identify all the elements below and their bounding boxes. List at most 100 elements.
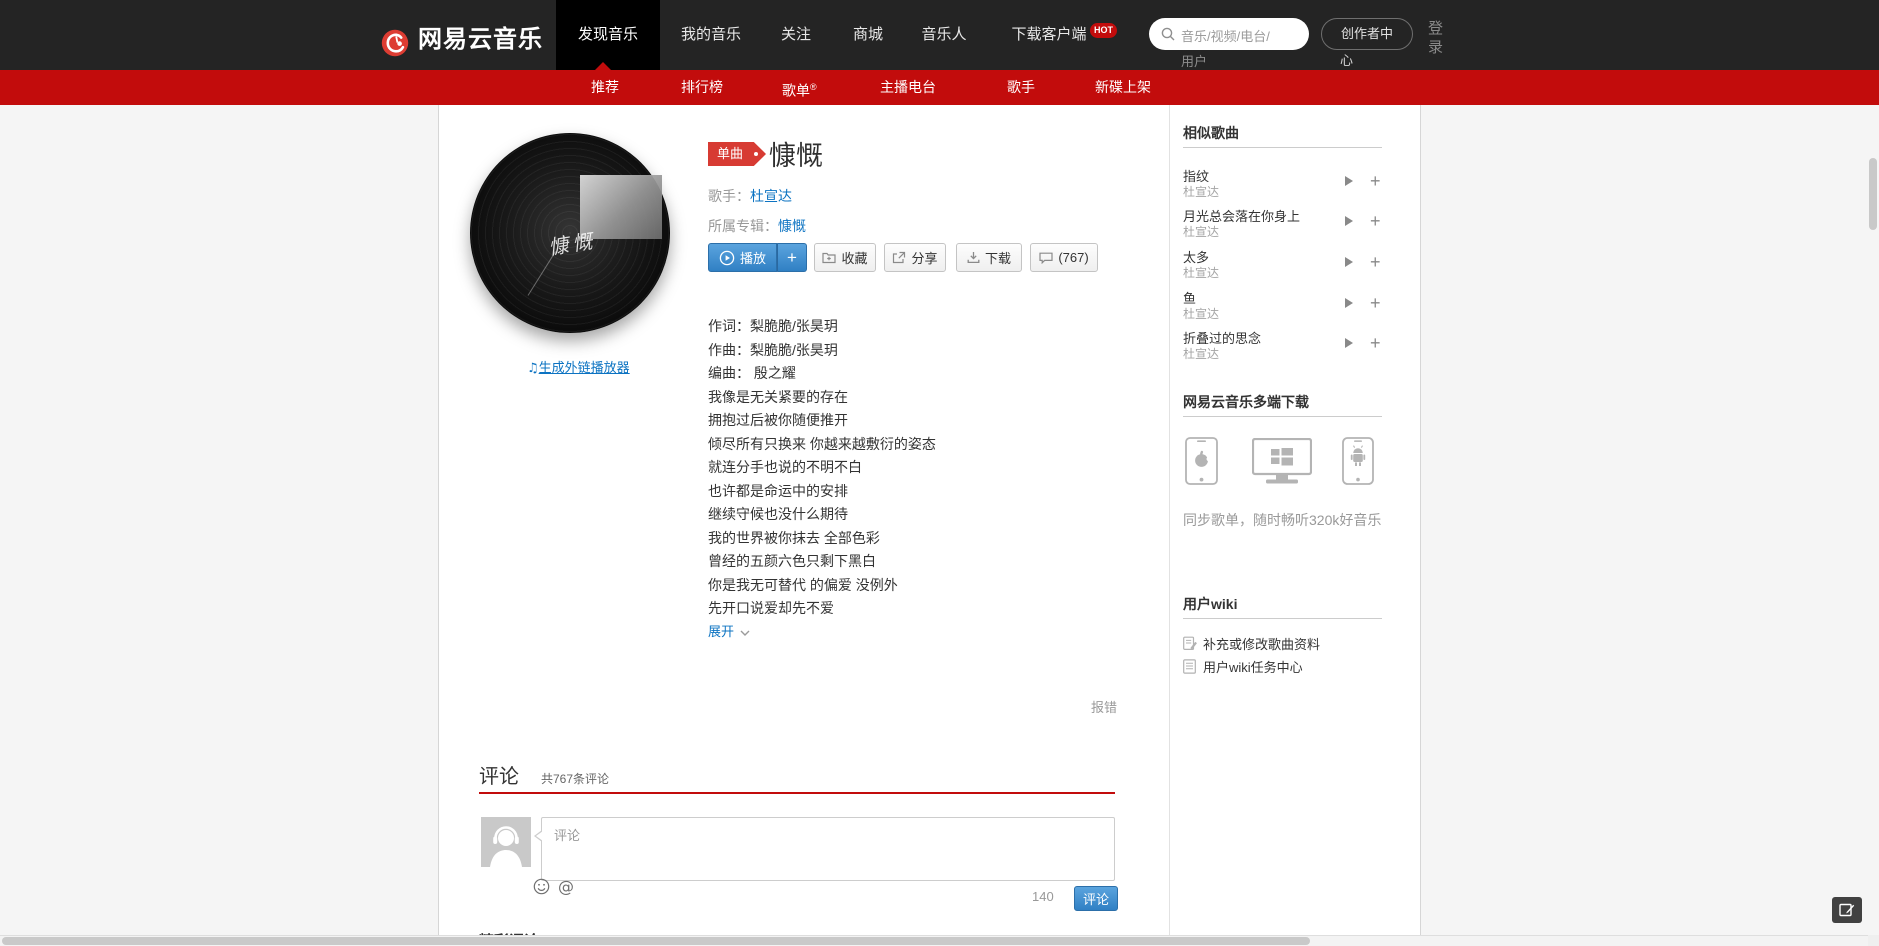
lyric-line: 倾尽所有只换来 你越来越敷衍的姿态 <box>708 433 1128 457</box>
similar-song-artist[interactable]: 杜宣达 <box>1183 223 1219 240</box>
lyric-line: 先开口说爱却先不爱 <box>708 597 1128 621</box>
subnav-item-charts[interactable]: 排行榜 <box>681 70 723 105</box>
subnav-item-radio[interactable]: 主播电台 <box>880 70 936 105</box>
search-input[interactable]: 音乐/视频/电台/ <box>1149 18 1309 50</box>
char-limit-counter: 140 <box>1032 889 1054 904</box>
subnav-item-artists[interactable]: 歌手 <box>1007 70 1035 105</box>
comments-title: 评论 <box>479 760 519 789</box>
lyric-line: 我像是无关紧要的存在 <box>708 386 1128 410</box>
nav-item-musician[interactable]: 音乐人 <box>917 0 971 70</box>
comment-count-button[interactable]: (767) <box>1030 243 1098 272</box>
share-button[interactable]: 分享 <box>884 243 946 272</box>
netease-song-page: 网易云音乐 发现音乐 我的音乐 关注 商城 音乐人 下载客户端 HOT 音乐/视… <box>0 0 1879 946</box>
feedback-icon <box>1839 903 1855 917</box>
hot-badge: HOT <box>1090 23 1117 38</box>
add-icon[interactable]: + <box>1370 174 1381 188</box>
pc-icon[interactable] <box>1252 438 1312 490</box>
similar-song-artist[interactable]: 杜宣达 <box>1183 264 1219 281</box>
emoji-icon[interactable] <box>533 878 550 900</box>
nav-item-store[interactable]: 商城 <box>848 0 888 70</box>
active-tab-notch <box>595 62 611 70</box>
play-triangle-icon[interactable] <box>1345 216 1353 226</box>
login-label-line2: 录 <box>1428 38 1444 57</box>
similar-songs-title: 相似歌曲 <box>1183 123 1382 143</box>
lyrics-block: 作词：梨脆脆/张昊玥 作曲：梨脆脆/张昊玥 编曲： 殷之耀 我像是无关紧要的存在… <box>708 315 1128 621</box>
artist-link[interactable]: 杜宣达 <box>750 188 792 204</box>
search-placeholder: 音乐/视频/电台/ <box>1181 26 1270 45</box>
avatar[interactable] <box>481 817 531 867</box>
iphone-icon[interactable] <box>1185 437 1218 490</box>
vertical-scrollbar-thumb[interactable] <box>1869 158 1877 230</box>
edit-doc-icon[interactable] <box>1183 636 1197 656</box>
main-sidebar-divider <box>1169 105 1170 946</box>
similar-song-artist[interactable]: 杜宣达 <box>1183 183 1219 200</box>
comment-bubble-icon <box>1039 252 1053 264</box>
wiki-item-task-center[interactable]: 用户wiki任务中心 <box>1203 657 1303 676</box>
folder-add-icon <box>822 251 836 264</box>
similar-song-artist[interactable]: 杜宣达 <box>1183 345 1219 362</box>
login-button[interactable]: 登 录 <box>1428 19 1444 57</box>
expand-lyrics-link[interactable]: 展开 <box>708 621 750 640</box>
add-icon[interactable]: + <box>1370 255 1381 269</box>
album-label: 所属专辑： <box>708 218 778 234</box>
external-player-link[interactable]: ♫生成外链播放器 <box>527 357 630 376</box>
add-icon[interactable]: + <box>1370 296 1381 310</box>
nav-item-follow[interactable]: 关注 <box>778 0 814 70</box>
similar-songs-divider <box>1183 147 1382 148</box>
external-player-label: 生成外链播放器 <box>539 360 630 375</box>
nav-item-discover[interactable]: 发现音乐 <box>556 0 660 70</box>
add-to-playlist-button[interactable]: + <box>777 243 807 272</box>
subnav-item-playlists-label: 歌单 <box>782 83 810 99</box>
favorite-button-label: 收藏 <box>841 248 867 267</box>
comment-submit-button[interactable]: 评论 <box>1074 886 1118 911</box>
doc-icon[interactable] <box>1183 659 1196 679</box>
subnav-item-recommend[interactable]: 推荐 <box>591 70 619 105</box>
comment-count-label: (767) <box>1058 250 1088 265</box>
subnav-item-playlists[interactable]: 歌单® <box>782 70 817 105</box>
single-type-badge-dot <box>754 152 758 156</box>
logo-title[interactable]: 网易云音乐 <box>418 19 543 54</box>
creator-center-button[interactable]: 创作者中 <box>1321 18 1413 50</box>
lyric-line: 作词：梨脆脆/张昊玥 <box>708 315 1128 339</box>
login-label-line1: 登 <box>1428 19 1444 38</box>
play-triangle-icon[interactable] <box>1345 298 1353 308</box>
play-button[interactable]: 播放 <box>708 243 777 272</box>
lyric-line: 拥抱过后被你随便推开 <box>708 409 1128 433</box>
lyric-line: 曾经的五颜六色只剩下黑白 <box>708 550 1128 574</box>
expand-label: 展开 <box>708 624 734 639</box>
wiki-item-edit-song-info[interactable]: 补充或修改歌曲资料 <box>1203 634 1320 653</box>
lyric-line: 作曲：梨脆脆/张昊玥 <box>708 339 1128 363</box>
feedback-button[interactable] <box>1832 897 1862 923</box>
nav-item-my-music[interactable]: 我的音乐 <box>676 0 746 70</box>
lyric-line: 继续守候也没什么期待 <box>708 503 1128 527</box>
subnav-item-new-albums[interactable]: 新碟上架 <box>1095 70 1151 105</box>
lyric-line: 就连分手也说的不明不白 <box>708 456 1128 480</box>
creator-center-label-overflow: 心 <box>1340 50 1353 69</box>
horizontal-scrollbar-thumb[interactable] <box>2 937 1310 945</box>
similar-song-artist[interactable]: 杜宣达 <box>1183 305 1219 322</box>
trademark-sup: ® <box>810 82 817 92</box>
report-error-link[interactable]: 报错 <box>1091 697 1117 716</box>
play-triangle-icon[interactable] <box>1345 257 1353 267</box>
lyric-line: 也许都是命运中的安排 <box>708 480 1128 504</box>
wiki-divider <box>1183 618 1382 619</box>
lyric-line: 我的世界被你抹去 全部色彩 <box>708 527 1128 551</box>
favorite-button[interactable]: 收藏 <box>814 243 876 272</box>
download-button[interactable]: 下载 <box>956 243 1022 272</box>
nav-item-download-client[interactable]: 下载客户端 <box>1008 0 1090 70</box>
album-link[interactable]: 慷慨 <box>778 218 806 234</box>
comment-input[interactable]: 评论 <box>541 817 1115 881</box>
add-icon[interactable]: + <box>1370 336 1381 350</box>
add-icon[interactable]: + <box>1370 214 1381 228</box>
user-wiki-title: 用户wiki <box>1183 594 1382 614</box>
comments-count: 共767条评论 <box>541 770 609 787</box>
lyric-line: 你是我无可替代 的偏爱 没例外 <box>708 574 1128 598</box>
share-icon <box>892 251 906 264</box>
play-circle-icon <box>719 250 735 266</box>
mention-at-icon[interactable]: @ <box>558 877 574 896</box>
play-triangle-icon[interactable] <box>1345 338 1353 348</box>
android-icon[interactable] <box>1342 437 1374 490</box>
netease-logo-icon[interactable] <box>381 29 409 57</box>
play-triangle-icon[interactable] <box>1345 176 1353 186</box>
search-icon <box>1161 27 1175 46</box>
